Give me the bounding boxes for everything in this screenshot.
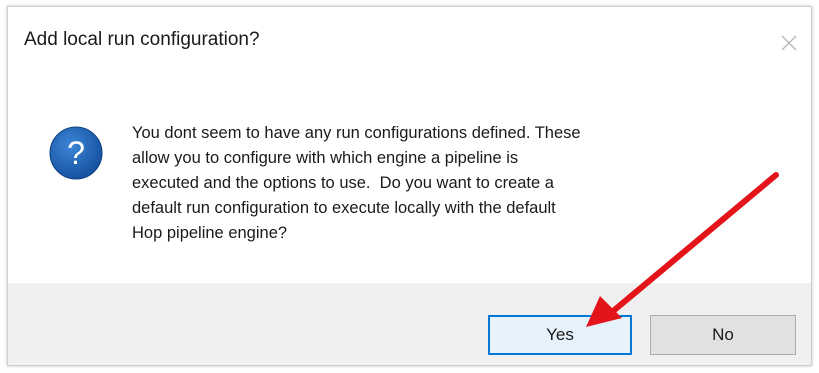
- dialog-window: Add local run configuration? ? You dont …: [7, 6, 812, 366]
- dialog-message: You dont seem to have any run configurat…: [132, 124, 581, 242]
- close-icon: [781, 35, 797, 51]
- question-icon: ?: [49, 126, 103, 180]
- dialog-footer: Yes No: [8, 283, 811, 365]
- yes-button[interactable]: Yes: [488, 315, 632, 355]
- no-button[interactable]: No: [650, 315, 796, 355]
- svg-text:?: ?: [67, 135, 85, 171]
- dialog-body: ? You dont seem to have any run configur…: [8, 77, 811, 283]
- dialog-title-bar: Add local run configuration?: [8, 7, 811, 77]
- dialog-title: Add local run configuration?: [24, 29, 260, 50]
- close-button[interactable]: [775, 29, 803, 57]
